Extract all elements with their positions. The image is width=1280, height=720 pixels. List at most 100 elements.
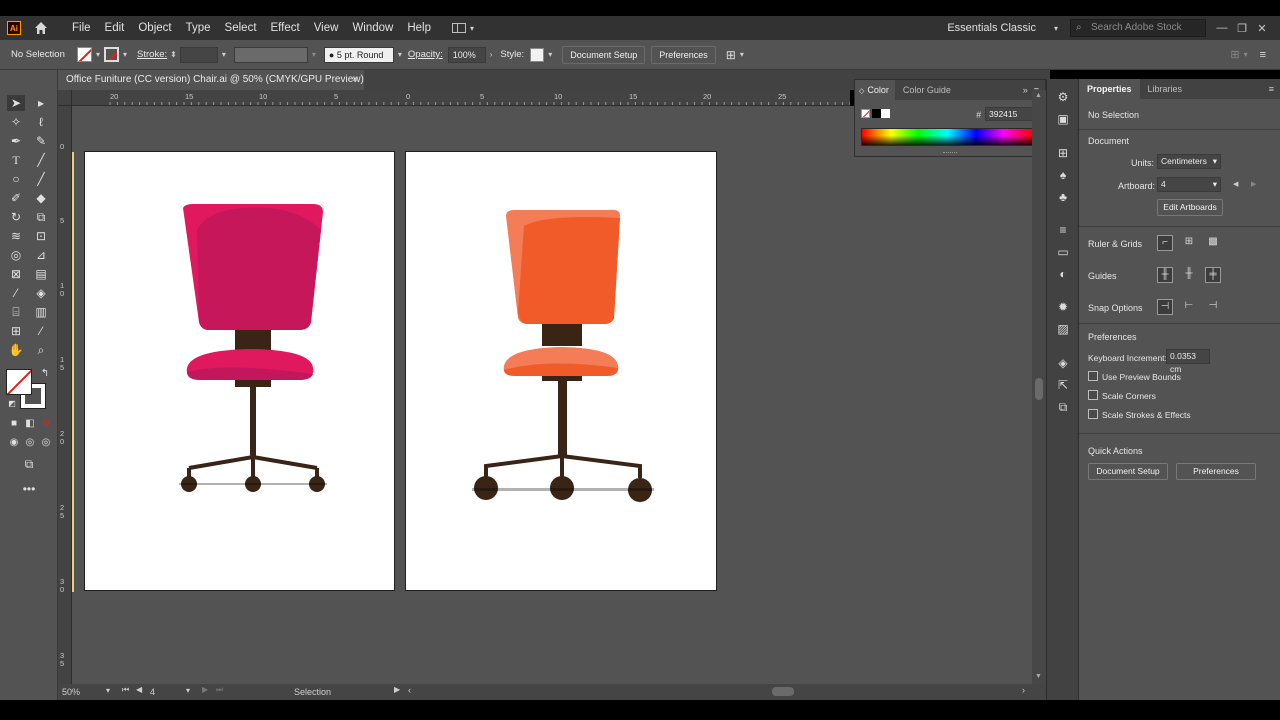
stroke-weight-field[interactable] bbox=[179, 46, 218, 63]
draw-inside-icon[interactable]: ◎ bbox=[37, 435, 55, 451]
chevron-down-icon[interactable]: ▾ bbox=[740, 50, 744, 59]
arrange-documents-icon[interactable] bbox=[452, 23, 466, 33]
shaper-tool-icon[interactable]: ✐ bbox=[7, 190, 25, 206]
scroll-left-icon[interactable]: ‹ bbox=[408, 685, 411, 695]
snap-to-point-icon[interactable]: ⊣ bbox=[1157, 299, 1173, 315]
artboard-select[interactable]: 4 ▾ bbox=[1157, 177, 1221, 192]
scale-strokes-checkbox[interactable] bbox=[1088, 409, 1098, 419]
opacity-field[interactable]: 100% bbox=[447, 46, 486, 63]
line-tool-icon[interactable]: ╱ bbox=[32, 152, 50, 168]
none-mode-icon[interactable]: ⊘ bbox=[37, 416, 55, 432]
hand-tool-icon[interactable]: ✋ bbox=[7, 342, 25, 358]
canvas[interactable] bbox=[72, 106, 1032, 684]
menu-edit[interactable]: Edit bbox=[98, 22, 132, 34]
chevron-down-icon[interactable]: ▾ bbox=[398, 50, 402, 59]
perspective-grid-tool-icon[interactable]: ⊿ bbox=[32, 247, 50, 263]
asset-export-icon[interactable]: ⧉ bbox=[1055, 399, 1071, 415]
transparency-grid-icon[interactable]: ▩ bbox=[1205, 235, 1221, 251]
artboard-tool-icon[interactable]: ⊞ bbox=[7, 323, 25, 339]
opacity-label[interactable]: Opacity: bbox=[408, 49, 443, 60]
previous-artboard-icon[interactable]: ◀ bbox=[1233, 180, 1238, 188]
lock-guides-icon[interactable]: ╫ bbox=[1181, 267, 1197, 283]
chevron-down-icon[interactable]: ▾ bbox=[312, 50, 316, 59]
menu-select[interactable]: Select bbox=[218, 22, 264, 34]
shape-builder-tool-icon[interactable]: ◎ bbox=[7, 247, 25, 263]
quick-document-setup-button[interactable]: Document Setup bbox=[1088, 463, 1168, 480]
stroke-swatch[interactable] bbox=[104, 47, 120, 62]
use-preview-bounds-checkbox[interactable] bbox=[1088, 371, 1098, 381]
gradient-panel-icon[interactable]: ▭ bbox=[1055, 244, 1071, 260]
stock-search-input[interactable]: ⌕ Search Adobe Stock bbox=[1070, 19, 1206, 37]
workspace-switcher[interactable]: Essentials Classic bbox=[947, 22, 1036, 34]
expand-panel-icon[interactable]: » bbox=[1023, 85, 1028, 95]
stroke-panel-icon[interactable]: ≡ bbox=[1055, 222, 1071, 238]
stroke-stepper[interactable]: ⬍ bbox=[170, 50, 177, 59]
color-black-swatch[interactable] bbox=[872, 109, 881, 118]
artboards-panel-icon[interactable]: ⊞ bbox=[1055, 145, 1071, 161]
chevron-down-icon[interactable]: ▾ bbox=[123, 50, 127, 59]
gradient-tool-icon[interactable]: ▤ bbox=[32, 266, 50, 282]
panel-menu-icon[interactable]: ≡ bbox=[1269, 84, 1274, 94]
artboard-chair-red[interactable] bbox=[84, 151, 395, 591]
menu-type[interactable]: Type bbox=[179, 22, 218, 34]
brushes-panel-icon[interactable]: ♠ bbox=[1055, 167, 1071, 183]
variable-width-profile[interactable] bbox=[233, 46, 308, 63]
arrange-icon[interactable]: ⊞ bbox=[1230, 48, 1239, 61]
first-artboard-icon[interactable]: ⏮ bbox=[122, 685, 129, 695]
tab-color[interactable]: ◇ Color bbox=[855, 80, 895, 100]
menu-view[interactable]: View bbox=[307, 22, 346, 34]
curvature-tool-icon[interactable]: ✎ bbox=[32, 133, 50, 149]
scroll-down-icon[interactable]: ▼ bbox=[1035, 673, 1042, 680]
horizontal-ruler[interactable]: 20 15 10 5 0 5 10 15 20 25 bbox=[58, 90, 850, 106]
paintbrush-tool-icon[interactable]: ╱ bbox=[32, 171, 50, 187]
swap-colors-icon[interactable]: ↰ bbox=[36, 366, 54, 382]
type-tool-icon[interactable]: T bbox=[7, 152, 25, 168]
scroll-right-icon[interactable]: › bbox=[1022, 685, 1025, 695]
close-tab-icon[interactable]: × bbox=[352, 70, 358, 90]
hex-input[interactable]: 392415 bbox=[985, 107, 1033, 121]
menu-object[interactable]: Object bbox=[131, 22, 178, 34]
document-tab[interactable]: Office Funiture (CC version) Chair.ai @ … bbox=[58, 70, 364, 90]
panel-resize-handle[interactable] bbox=[943, 152, 957, 154]
export-panel-icon[interactable]: ⇱ bbox=[1055, 377, 1071, 393]
collapse-icon[interactable]: ◇ bbox=[859, 88, 864, 95]
appearance-panel-icon[interactable]: ✹ bbox=[1055, 299, 1071, 315]
show-rulers-icon[interactable]: ⌐ bbox=[1157, 235, 1173, 251]
scale-corners-checkbox[interactable] bbox=[1088, 390, 1098, 400]
properties-panel-icon[interactable]: ⚙ bbox=[1055, 89, 1071, 105]
tab-properties[interactable]: Properties bbox=[1079, 79, 1140, 99]
transparency-panel-icon[interactable]: ◐ bbox=[1055, 266, 1071, 282]
default-colors-icon[interactable]: ◩ bbox=[3, 396, 21, 412]
chevron-down-icon[interactable]: ▾ bbox=[222, 50, 226, 59]
lasso-tool-icon[interactable]: ℓ bbox=[32, 114, 50, 130]
color-white-swatch[interactable] bbox=[881, 109, 890, 118]
snap-to-grid-icon[interactable]: ⊣ bbox=[1205, 299, 1221, 315]
next-artboard-icon[interactable]: ▶ bbox=[202, 685, 208, 694]
rotate-tool-icon[interactable]: ↻ bbox=[7, 209, 25, 225]
status-menu-icon[interactable]: ▶ bbox=[394, 685, 400, 694]
chevron-down-icon[interactable]: ▾ bbox=[470, 24, 474, 33]
stroke-label[interactable]: Stroke: bbox=[137, 49, 167, 60]
previous-artboard-icon[interactable]: ◀ bbox=[136, 685, 142, 694]
magic-wand-tool-icon[interactable]: ✧ bbox=[7, 114, 25, 130]
symbols-panel-icon[interactable]: ♣ bbox=[1055, 189, 1071, 205]
fill-color-swatch[interactable] bbox=[6, 369, 32, 395]
restore-icon[interactable]: ❐ bbox=[1232, 22, 1252, 35]
show-grid-icon[interactable]: ⊞ bbox=[1181, 235, 1197, 251]
smart-guides-icon[interactable]: ╪ bbox=[1205, 267, 1221, 283]
edit-artboards-button[interactable]: Edit Artboards bbox=[1157, 199, 1223, 216]
next-artboard-icon[interactable]: ▶ bbox=[1251, 180, 1256, 188]
document-setup-button[interactable]: Document Setup bbox=[562, 45, 646, 64]
vertical-scrollbar[interactable]: ▲ ▼ bbox=[1032, 90, 1046, 684]
graphic-style-swatch[interactable] bbox=[530, 47, 545, 62]
selection-tool-icon[interactable]: ➤ bbox=[7, 95, 25, 111]
quick-preferences-button[interactable]: Preferences bbox=[1176, 463, 1256, 480]
zoom-field[interactable]: 50% bbox=[62, 686, 106, 698]
scale-tool-icon[interactable]: ⧉ bbox=[32, 209, 50, 225]
color-spectrum[interactable] bbox=[861, 128, 1033, 146]
slice-tool-icon[interactable]: ⁄ bbox=[32, 323, 50, 339]
artboard-chair-orange[interactable] bbox=[405, 151, 717, 591]
chevron-down-icon[interactable]: ▾ bbox=[548, 50, 552, 59]
menu-effect[interactable]: Effect bbox=[264, 22, 307, 34]
free-transform-tool-icon[interactable]: ⊡ bbox=[32, 228, 50, 244]
